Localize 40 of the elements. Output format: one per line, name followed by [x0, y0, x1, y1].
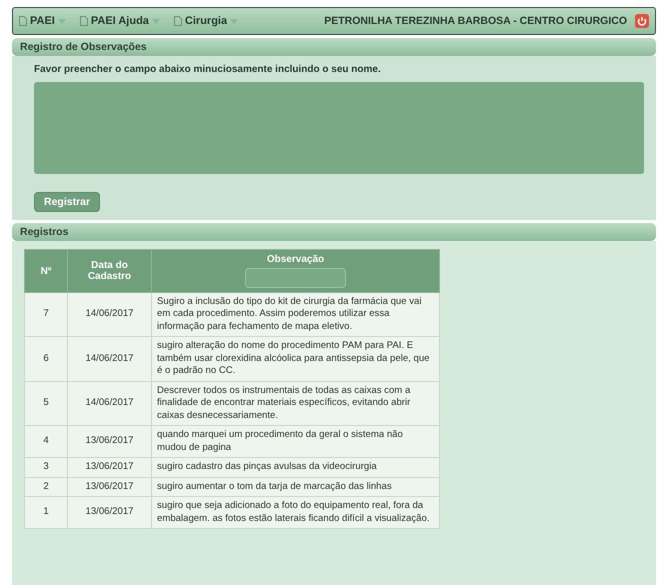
table-cell: 14/06/2017 — [68, 292, 152, 337]
table-cell: 14/06/2017 — [68, 336, 152, 382]
table-cell: sugiro alteração do nome do procedimento PAM para PAI. E também usar clorexidina alcóolica para antissepsia da pele, que é o padrão no CC. — [152, 336, 440, 382]
document-icon — [80, 16, 88, 26]
table-cell: Descrever todos os instrumentais de todas as caixas com a finalidade de encontrar materiais específicos, evitando abrir caixas desnecessariamente. — [152, 381, 440, 426]
menu-item[interactable]: PAEI Ajuda — [80, 15, 160, 27]
table-cell: 13/06/2017 — [68, 477, 152, 497]
column-header: Observação — [266, 254, 326, 265]
instruction-text: Favor preencher o campo abaixo minuciosamente incluindo o seu nome. — [34, 64, 381, 75]
table-cell: sugiro cadastro das pinças avulsas da videocirurgia — [152, 458, 440, 478]
table-cell: Sugiro a inclusão do tipo do kit de cirurgia da farmácia que vai em cada procedimento. Assim poderemos utilizar essa informação para fechamento de mapa eletivo. — [152, 292, 440, 337]
power-icon[interactable] — [635, 14, 649, 28]
table-cell: 1 — [24, 496, 68, 529]
user-name: PETRONILHA TEREZINHA BARBOSA - CENTRO CIRURGICO — [324, 15, 627, 27]
menu-item[interactable]: Cirurgia — [174, 15, 238, 27]
table-cell: 13/06/2017 — [68, 426, 152, 458]
table-cell: 13/06/2017 — [68, 496, 152, 529]
document-icon — [174, 16, 182, 26]
caret-icon — [230, 18, 238, 24]
table-cell: 4 — [24, 426, 68, 458]
document-icon — [19, 16, 27, 26]
table-cell: quando marquei um procedimento da geral o sistema não mudou de pagina — [152, 426, 440, 458]
column-header: Nº — [24, 250, 68, 292]
table-cell: sugiro que seja adicionado a foto do equipamento real, fora da embalagem. as fotos estão laterais ficando difícil a visualização. — [152, 496, 440, 529]
menu-item[interactable]: PAEI — [19, 15, 66, 27]
table-cell: 3 — [24, 458, 68, 478]
caret-icon — [58, 18, 66, 24]
column-header: Data do Cadastro — [68, 250, 152, 292]
table-cell: 6 — [24, 336, 68, 382]
panel-title: Registros — [20, 226, 68, 238]
table-cell: sugiro aumentar o tom da tarja de marcação das linhas — [152, 477, 440, 497]
caret-icon — [152, 18, 160, 24]
table-cell: 14/06/2017 — [68, 381, 152, 426]
table-cell: 2 — [24, 477, 68, 497]
panel-title: Registro de Observações — [20, 41, 147, 53]
filter-field[interactable] — [245, 268, 346, 288]
observation-field[interactable] — [34, 82, 644, 174]
table-cell: 13/06/2017 — [68, 458, 152, 478]
table-cell: 5 — [24, 381, 68, 426]
table-cell: 7 — [24, 292, 68, 337]
